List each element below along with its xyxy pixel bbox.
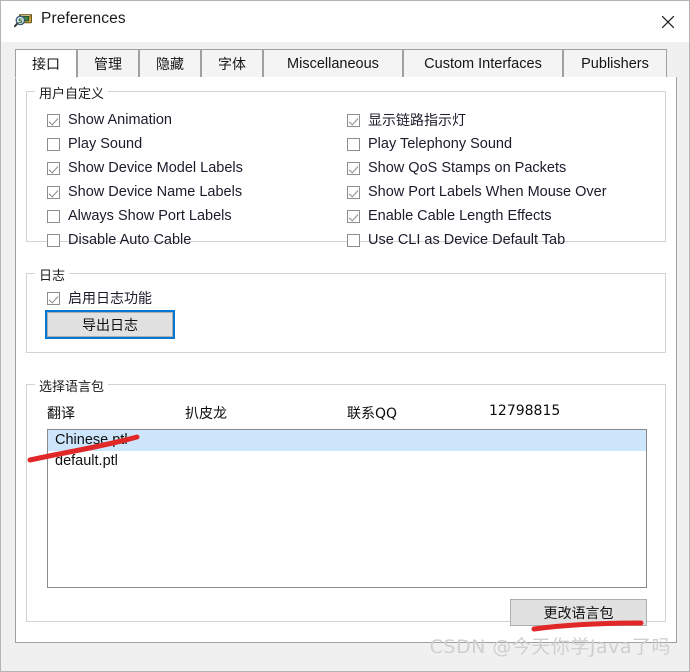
language-header-translator-name: 扒皮龙 [185, 406, 227, 422]
packet-tracer-icon: S [13, 11, 34, 31]
checkbox-enable-log-box[interactable] [47, 291, 60, 305]
close-button[interactable] [645, 1, 689, 42]
checkbox-right-2-label: Show QoS Stamps on Packets [368, 160, 567, 176]
checkbox-right-3-box[interactable] [347, 185, 360, 199]
preferences-window: S Preferences 接口 管理 隐藏 字体 Miscellaneous Custo… [0, 0, 690, 672]
checkbox-left-4[interactable]: Always Show Port Labels [47, 206, 232, 226]
checkbox-enable-log[interactable]: 启用日志功能 [47, 288, 152, 308]
checkbox-right-0[interactable]: 显示链路指示灯 [347, 110, 466, 130]
tab-label: Publishers [581, 56, 649, 72]
svg-text:S: S [18, 17, 23, 25]
tab-strip: 接口 管理 隐藏 字体 Miscellaneous Custom Interfaces Pu… [15, 49, 677, 78]
checkbox-right-1-box[interactable] [347, 137, 360, 151]
checkbox-right-5[interactable]: Use CLI as Device Default Tab [347, 230, 565, 250]
group-title-user-customization: 用户自定义 [35, 83, 109, 102]
language-pack-list[interactable]: Chinese.ptl default.ptl [47, 429, 647, 588]
checkbox-left-3[interactable]: Show Device Name Labels [47, 182, 242, 202]
language-list-item-1[interactable]: default.ptl [48, 451, 646, 472]
checkbox-left-1[interactable]: Play Sound [47, 134, 142, 154]
tab-label: 接口 [32, 56, 60, 73]
checkbox-right-0-box[interactable] [347, 113, 360, 127]
checkbox-left-0-label: Show Animation [68, 112, 172, 128]
checkbox-right-4[interactable]: Enable Cable Length Effects [347, 206, 552, 226]
tab-2[interactable]: 隐藏 [139, 49, 201, 78]
checkbox-left-5[interactable]: Disable Auto Cable [47, 230, 191, 250]
checkbox-left-5-label: Disable Auto Cable [68, 232, 192, 248]
language-header-contact-value: 12798815 [489, 403, 561, 419]
checkbox-right-0-label: 显示链路指示灯 [368, 113, 466, 129]
checkbox-left-2-box[interactable] [47, 161, 60, 175]
checkbox-left-4-box[interactable] [47, 209, 60, 223]
tab-6[interactable]: Publishers [563, 49, 667, 78]
checkbox-left-0-box[interactable] [47, 113, 60, 127]
checkbox-left-1-label: Play Sound [68, 136, 143, 152]
checkbox-right-1-label: Play Telephony Sound [368, 136, 513, 152]
tab-3[interactable]: 字体 [201, 49, 263, 78]
checkbox-left-2-label: Show Device Model Labels [68, 160, 243, 176]
checkbox-left-0[interactable]: Show Animation [47, 110, 172, 130]
tab-1[interactable]: 管理 [77, 49, 139, 78]
tab-label: Custom Interfaces [424, 56, 542, 72]
tab-4[interactable]: Miscellaneous [263, 49, 403, 78]
tab-5[interactable]: Custom Interfaces [403, 49, 563, 78]
change-language-button[interactable]: 更改语言包 [510, 599, 647, 626]
checkbox-right-2[interactable]: Show QoS Stamps on Packets [347, 158, 566, 178]
checkbox-right-4-label: Enable Cable Length Effects [368, 208, 552, 224]
group-log: 日志 启用日志功能 导出日志 [26, 265, 666, 353]
checkbox-right-4-box[interactable] [347, 209, 360, 223]
tab-label: Miscellaneous [287, 56, 379, 72]
checkbox-right-3[interactable]: Show Port Labels When Mouse Over [347, 182, 607, 202]
title-bar: S Preferences [1, 1, 689, 42]
language-header-contact-label: 联系QQ [347, 406, 398, 422]
language-header-translate-label: 翻译 [47, 406, 75, 422]
group-title-language-pack: 选择语言包 [35, 376, 109, 395]
checkbox-left-2[interactable]: Show Device Model Labels [47, 158, 243, 178]
language-list-item-0[interactable]: Chinese.ptl [48, 430, 646, 451]
checkbox-left-5-box[interactable] [47, 233, 60, 247]
checkbox-right-1[interactable]: Play Telephony Sound [347, 134, 512, 154]
group-title-log: 日志 [35, 265, 70, 284]
checkbox-left-3-label: Show Device Name Labels [68, 184, 243, 200]
watermark-text: CSDN @今天你学Java了吗 [429, 636, 671, 658]
tab-label: 管理 [94, 57, 122, 73]
checkbox-right-5-label: Use CLI as Device Default Tab [368, 232, 566, 248]
window-title: Preferences [41, 10, 126, 27]
close-icon [661, 15, 675, 28]
group-user-customization: 用户自定义 Show Animation Play Sound Show Devic… [26, 83, 666, 248]
tab-0[interactable]: 接口 [15, 49, 77, 78]
checkbox-enable-log-label: 启用日志功能 [68, 291, 152, 307]
tab-label: 隐藏 [156, 57, 184, 73]
checkbox-left-1-box[interactable] [47, 137, 60, 151]
tab-content-panel: 用户自定义 Show Animation Play Sound Show Devic… [15, 77, 677, 643]
checkbox-right-5-box[interactable] [347, 233, 360, 247]
tab-label: 字体 [218, 57, 246, 73]
checkbox-right-3-label: Show Port Labels When Mouse Over [368, 184, 607, 200]
export-log-button-label: 导出日志 [82, 317, 138, 334]
checkbox-left-3-box[interactable] [47, 185, 60, 199]
checkbox-left-4-label: Always Show Port Labels [68, 208, 232, 224]
export-log-button[interactable]: 导出日志 [45, 310, 175, 339]
group-language-pack: 选择语言包 翻译 扒皮龙 联系QQ 12798815 Chinese.ptl de… [26, 376, 666, 626]
change-language-button-label: 更改语言包 [543, 605, 614, 622]
checkbox-right-2-box[interactable] [347, 161, 360, 175]
